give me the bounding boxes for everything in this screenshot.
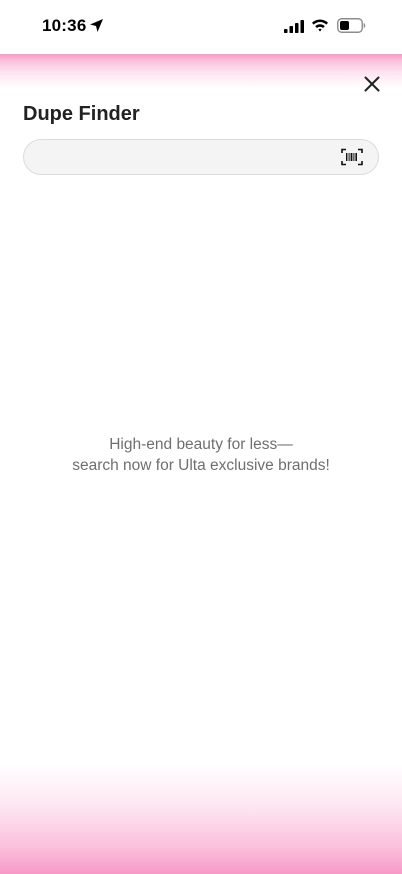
close-button[interactable]: [358, 70, 386, 98]
bottom-gradient: [0, 764, 402, 874]
search-box[interactable]: [23, 139, 379, 175]
empty-state-message: High-end beauty for less— search now for…: [0, 434, 402, 476]
barcode-scan-icon: [341, 148, 363, 166]
empty-state-line-1: High-end beauty for less—: [109, 436, 293, 453]
barcode-scan-button[interactable]: [341, 147, 363, 167]
status-time: 10:36: [42, 16, 87, 35]
cellular-signal-icon: [284, 20, 304, 33]
location-arrow-icon: [90, 19, 103, 32]
page-title: Dupe Finder: [23, 103, 140, 125]
empty-state-line-2: search now for Ulta exclusive brands!: [72, 457, 330, 474]
wifi-icon: [312, 19, 328, 32]
search-input[interactable]: [40, 140, 330, 174]
status-bar: 10:36: [0, 0, 402, 54]
battery-icon: [337, 18, 366, 33]
close-icon: [364, 76, 380, 92]
